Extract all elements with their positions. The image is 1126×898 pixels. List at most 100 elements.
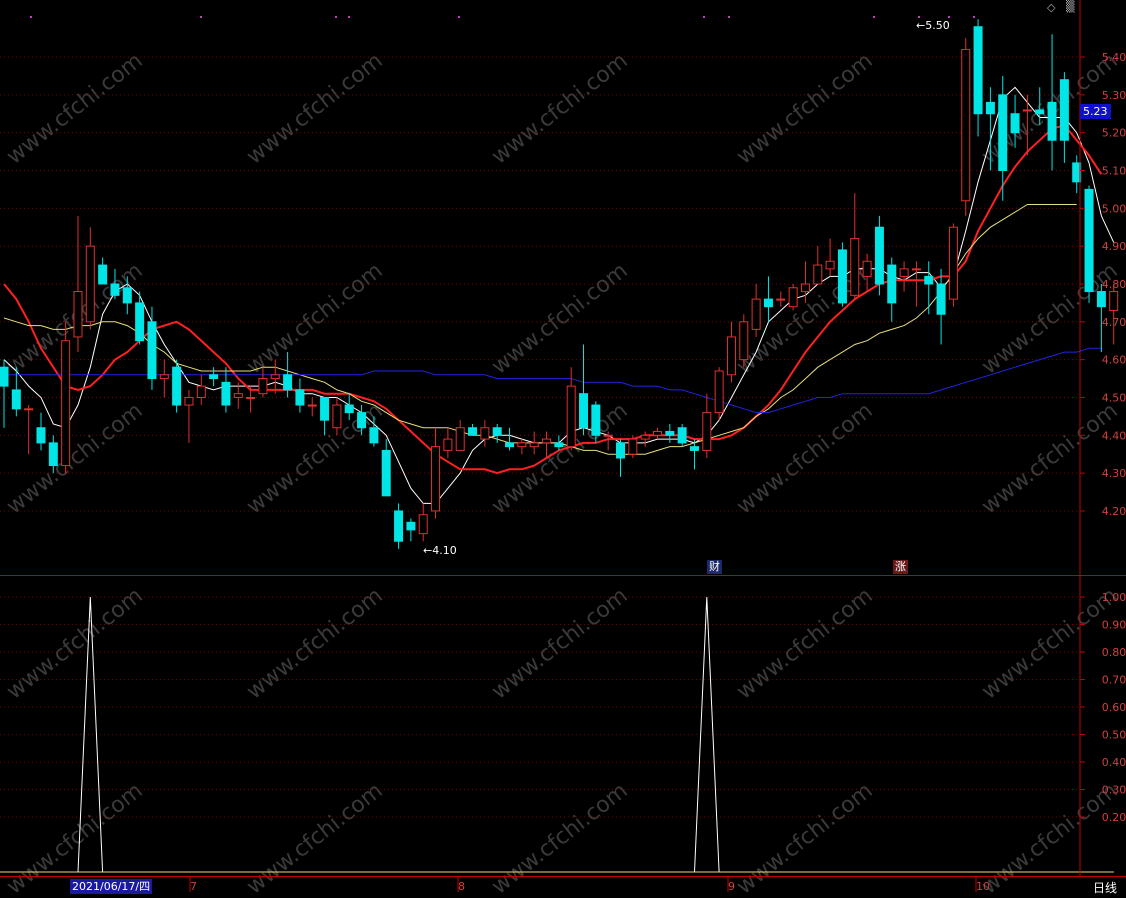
candle-body [985, 101, 995, 115]
candle-body [1084, 188, 1094, 293]
candle-body [11, 389, 21, 410]
candle[interactable] [825, 238, 835, 277]
candle[interactable] [1059, 72, 1069, 163]
candle[interactable] [911, 261, 921, 307]
scroll-icon[interactable]: ▒ [1066, 0, 1074, 13]
rise-event-marker[interactable]: 涨 [893, 560, 908, 574]
candle[interactable] [948, 223, 958, 307]
candle[interactable] [850, 193, 860, 300]
y-tick-label: 4.80 [1102, 278, 1126, 291]
diamond-icon[interactable]: ◇ [1047, 1, 1055, 14]
candle[interactable] [295, 378, 305, 413]
candle[interactable] [147, 306, 157, 390]
candle-body [283, 374, 293, 391]
candle[interactable] [196, 374, 206, 406]
candle[interactable] [159, 359, 169, 398]
candle[interactable] [874, 215, 884, 296]
candle[interactable] [98, 257, 108, 285]
candle[interactable] [36, 412, 46, 451]
candle[interactable] [24, 405, 34, 455]
candle-body [517, 442, 527, 448]
watermark-text: www.cfchi.com [2, 398, 147, 519]
candle[interactable] [640, 431, 650, 447]
candle-body [837, 249, 847, 304]
candle[interactable] [813, 246, 823, 285]
candle[interactable] [221, 367, 231, 413]
candle[interactable] [1047, 34, 1057, 171]
candle[interactable] [887, 257, 897, 322]
y-tick-label: 0.40 [1102, 756, 1126, 769]
candle[interactable] [135, 291, 145, 345]
candle[interactable] [714, 367, 724, 421]
candle-body [172, 366, 182, 406]
watermark-text: www.cfchi.com [732, 778, 877, 898]
candle[interactable] [936, 268, 946, 345]
candle-body [911, 268, 921, 271]
y-tick-label: 4.90 [1102, 240, 1126, 253]
candle-body [0, 366, 9, 387]
candle[interactable] [85, 227, 95, 330]
candle[interactable] [320, 396, 330, 436]
period-label[interactable]: 日线 [1093, 879, 1117, 896]
candle-body [258, 378, 268, 395]
candle[interactable] [924, 261, 934, 315]
candle[interactable] [381, 439, 391, 497]
stock-chart[interactable]: www.cfchi.com www.cfchi.com www.cfchi.com w… [0, 0, 1126, 898]
candle[interactable] [899, 261, 909, 292]
candle[interactable] [406, 518, 416, 542]
y-tick-label: 1.00 [1102, 591, 1126, 604]
finance-event-marker[interactable]: 财 [707, 560, 722, 574]
candle-body [307, 404, 317, 407]
candle[interactable] [455, 420, 465, 451]
candle[interactable] [443, 427, 453, 458]
candle[interactable] [418, 503, 428, 542]
candle[interactable] [763, 276, 773, 322]
candle[interactable] [776, 291, 786, 307]
candle[interactable] [751, 283, 761, 337]
candle[interactable] [480, 420, 490, 447]
watermark-text: www.cfchi.com [732, 398, 877, 519]
candle-body [603, 434, 613, 437]
candle-body [505, 442, 515, 448]
candle[interactable] [1109, 283, 1119, 345]
candle[interactable] [579, 344, 589, 436]
candle-body [702, 412, 712, 451]
candle-body [24, 408, 34, 411]
candle[interactable] [307, 397, 317, 417]
candle[interactable] [702, 393, 712, 458]
candle[interactable] [505, 427, 515, 451]
candle[interactable] [628, 435, 638, 458]
candle[interactable] [961, 38, 971, 216]
event-dot [30, 16, 32, 18]
candle-body [899, 268, 909, 277]
candle[interactable] [973, 19, 983, 137]
candle[interactable] [468, 423, 478, 436]
candle[interactable] [0, 359, 9, 428]
month-label-9: 9 [728, 880, 735, 893]
candle[interactable] [837, 242, 847, 307]
candle[interactable] [665, 423, 675, 443]
y-tick-label: 4.20 [1102, 505, 1126, 518]
y-tick-label: 0.50 [1102, 729, 1126, 742]
candle[interactable] [184, 389, 194, 443]
candle[interactable] [788, 283, 798, 311]
candle[interactable] [209, 367, 219, 387]
candle[interactable] [61, 321, 71, 474]
candle-body [418, 514, 428, 535]
candle[interactable] [1084, 185, 1094, 303]
candle[interactable] [739, 314, 749, 368]
candle-body [665, 431, 675, 436]
candle-body [357, 412, 367, 429]
candle[interactable] [726, 321, 736, 383]
candle[interactable] [652, 427, 662, 440]
candle-body [640, 434, 650, 440]
candle[interactable] [517, 439, 527, 455]
candle[interactable] [394, 503, 404, 549]
candle-body [961, 48, 971, 202]
candle-body [221, 381, 231, 406]
candle[interactable] [172, 359, 182, 413]
candle[interactable] [616, 439, 625, 477]
candle-body [579, 393, 589, 429]
candle[interactable] [431, 427, 441, 519]
candle[interactable] [677, 423, 687, 447]
